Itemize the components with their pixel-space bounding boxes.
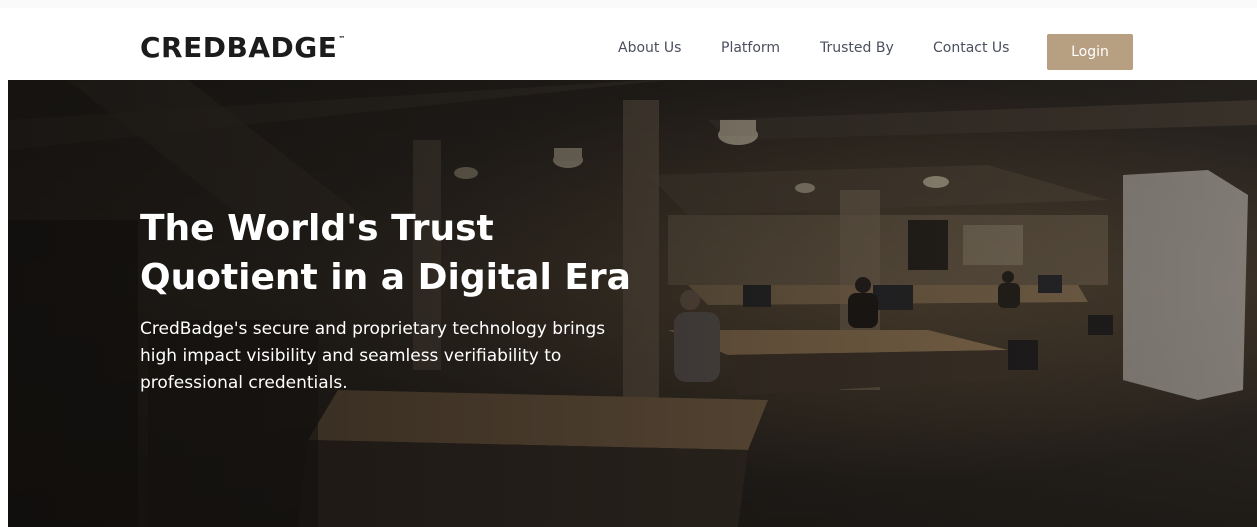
nav-about-us[interactable]: About Us [618,40,681,56]
nav-platform[interactable]: Platform [721,40,780,56]
navbar: CREDBADGE™ About Us Platform Trusted By … [0,0,1257,80]
hero-title: The World's Trust Quotient in a Digital … [140,204,760,302]
hero-description-line: high impact visibility and seamless veri… [140,346,562,366]
hero-description-line: professional credentials. [140,373,348,393]
hero-description: CredBadge's secure and proprietary techn… [140,316,680,397]
nav-contact-us[interactable]: Contact Us [933,40,1009,56]
hero-overlay [8,80,1257,527]
nav-trusted-by[interactable]: Trusted By [820,40,894,56]
page: CREDBADGE™ About Us Platform Trusted By … [0,0,1257,527]
hero-description-line: CredBadge's secure and proprietary techn… [140,319,606,339]
hero-title-line: The World's Trust [140,208,494,249]
hero-section: The World's Trust Quotient in a Digital … [8,80,1257,527]
hero-title-line: Quotient in a Digital Era [140,257,631,298]
login-button[interactable]: Login [1047,34,1133,70]
